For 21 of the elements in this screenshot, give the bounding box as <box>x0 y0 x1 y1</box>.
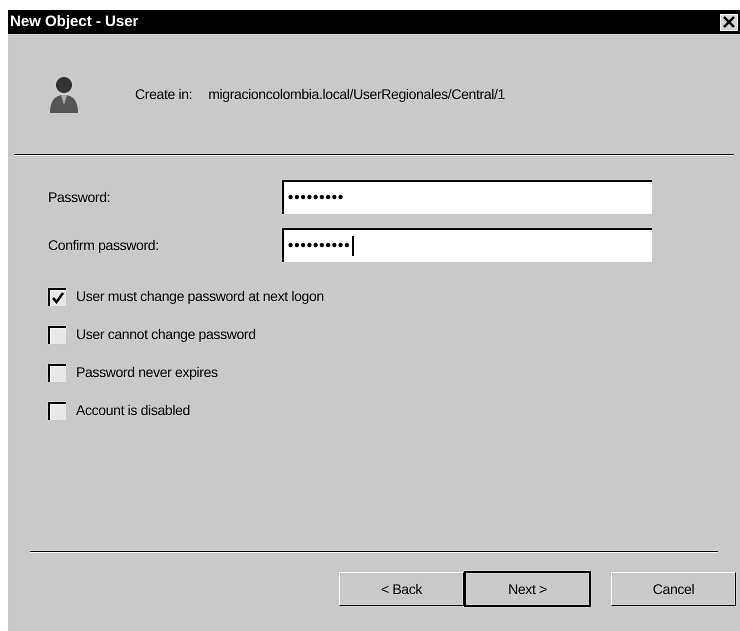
create-in-path: migracioncolombia.local/UserRegionales/Central/1 <box>208 84 505 104</box>
wizard-button[interactable]: < Back <box>339 572 464 606</box>
close-button[interactable] <box>720 14 738 30</box>
field-label: Password: <box>48 188 112 206</box>
checkbox[interactable] <box>48 364 66 382</box>
checkbox-label: User must change password at next logon <box>76 287 324 306</box>
checkbox[interactable] <box>48 288 66 306</box>
wizard-button[interactable]: Next > <box>464 571 591 607</box>
checkbox-label: Password never expires <box>76 363 218 382</box>
user-icon <box>48 75 80 113</box>
password-field[interactable]: •••••••••• <box>282 228 652 262</box>
field-label: Confirm password: <box>48 236 160 255</box>
checkbox[interactable] <box>48 402 66 420</box>
checkbox-label: Account is disabled <box>76 401 190 420</box>
window-title: New Object - User <box>10 12 138 32</box>
wizard-button[interactable]: Cancel <box>611 572 736 606</box>
password-field[interactable]: ••••••••• <box>282 180 652 214</box>
close-icon <box>723 16 735 28</box>
create-in-label: Create in: <box>135 84 192 104</box>
checkbox-label: User cannot change password <box>76 325 256 344</box>
checkbox[interactable] <box>48 326 66 344</box>
